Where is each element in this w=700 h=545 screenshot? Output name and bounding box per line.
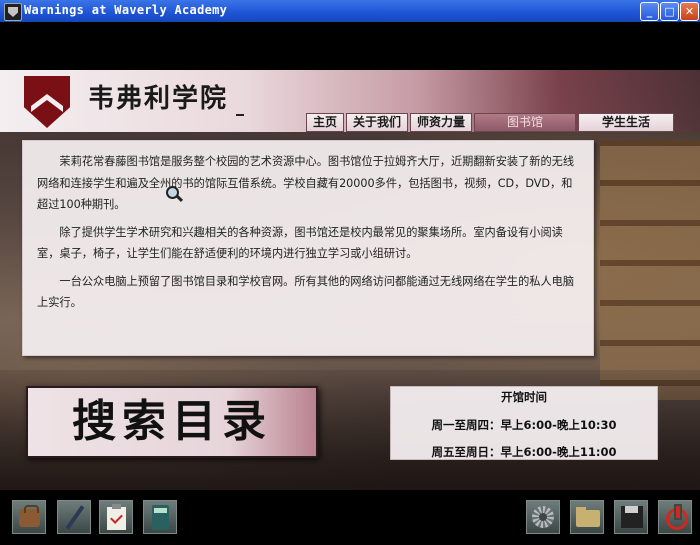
library-paragraph: 茉莉花常春藤图书馆是服务整个校园的艺术资源中心。图书馆位于拉姆齐大厅，近期翻新安… — [37, 155, 575, 211]
tab-home[interactable]: 主页 — [306, 113, 345, 132]
folder-icon[interactable] — [570, 500, 604, 534]
magnifier-cursor-icon — [166, 186, 184, 203]
briefcase-icon[interactable] — [12, 500, 46, 534]
tab-library[interactable]: 图书馆 — [474, 113, 577, 132]
hours-weekend: 周五至周日：早上6:00-晚上11:00 — [431, 445, 617, 459]
title-bar: Warnings at Waverly Academy _ □ ✕ — [0, 0, 700, 22]
library-paragraph: 一台公众电脑上预留了图书馆目录和学校官网。所有其他的网络访问都能通过无线网络在学… — [37, 274, 575, 310]
close-button[interactable]: ✕ — [680, 2, 699, 21]
shield-chevron-crest-icon — [24, 76, 70, 128]
library-paragraph: 除了提供学生学术研究和兴趣相关的各种资源，图书馆还是校内最常见的聚集场所。室内备… — [37, 225, 563, 261]
clipboard-checklist-icon[interactable] — [99, 500, 133, 534]
header-divider — [236, 114, 244, 116]
game-window: Warnings at Waverly Academy _ □ ✕ 韦弗利学院 … — [0, 0, 700, 545]
floppy-disk-icon[interactable] — [614, 500, 648, 534]
app-shield-icon — [4, 3, 22, 21]
maximize-button[interactable]: □ — [660, 2, 679, 21]
site-nav: 主页 关于我们 师资力量 图书馆 学生生活 — [306, 113, 676, 132]
opening-hours-panel: 开馆时间 周一至周四：早上6:00-晚上10:30 周五至周日：早上6:00-晚… — [390, 386, 658, 460]
search-catalog-button[interactable]: 搜索目录 — [26, 386, 318, 458]
hours-weekday: 周一至周四：早上6:00-晚上10:30 — [431, 418, 617, 432]
bookshelf-decoration — [600, 140, 700, 400]
power-icon[interactable] — [658, 500, 692, 534]
saw-blade-icon[interactable] — [526, 500, 560, 534]
minimize-button[interactable]: _ — [640, 2, 659, 21]
window-title: Warnings at Waverly Academy — [24, 3, 228, 17]
calculator-icon[interactable] — [143, 500, 177, 534]
tab-about[interactable]: 关于我们 — [346, 113, 409, 132]
tab-faculty[interactable]: 师资力量 — [410, 113, 473, 132]
tab-student-life[interactable]: 学生生活 — [578, 113, 675, 132]
pen-icon[interactable] — [57, 500, 91, 534]
hours-title: 开馆时间 — [501, 390, 547, 404]
library-info-panel: 茉莉花常春藤图书馆是服务整个校园的艺术资源中心。图书馆位于拉姆齐大厅，近期翻新安… — [22, 140, 594, 356]
bottom-toolbar — [0, 490, 700, 545]
academy-name: 韦弗利学院 — [88, 84, 229, 114]
